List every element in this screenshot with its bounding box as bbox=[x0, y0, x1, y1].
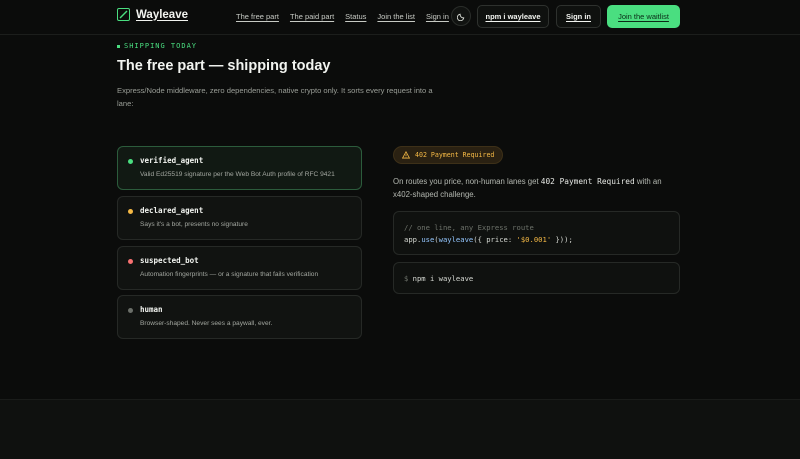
lane-description: Browser-shaped. Never sees a paywall, ev… bbox=[140, 320, 273, 327]
code-token-wayleave: wayleave bbox=[438, 235, 474, 244]
lane-name: human bbox=[140, 305, 163, 314]
code-comment: // one line, any Express route bbox=[404, 223, 534, 232]
payment-description: On routes you price, non-human lanes get… bbox=[393, 175, 683, 201]
lane-card-human[interactable]: human Browser-shaped. Never sees a paywa… bbox=[117, 295, 362, 339]
warning-icon bbox=[402, 151, 410, 159]
lane-card-suspected-bot[interactable]: suspected_bot Automation fingerprints — … bbox=[117, 246, 362, 290]
code-sample-block: // one line, any Express route app.use(w… bbox=[393, 211, 680, 255]
next-section-band bbox=[0, 399, 800, 459]
code-token-close: })); bbox=[551, 235, 573, 244]
section-eyebrow: SHIPPING TODAY bbox=[117, 42, 197, 50]
hero-description: Express/Node middleware, zero dependenci… bbox=[117, 86, 433, 108]
lane-card-declared-agent[interactable]: declared_agent Says it's a bot, presents… bbox=[117, 196, 362, 240]
lane-name: declared_agent bbox=[140, 206, 204, 215]
shell-prompt: $ bbox=[404, 274, 409, 283]
lane-description: Says it's a bot, presents no signature bbox=[140, 221, 248, 228]
join-waitlist-button[interactable]: Join the waitlist bbox=[607, 5, 680, 28]
nav-join-list[interactable]: Join the list bbox=[377, 12, 415, 21]
brand-link[interactable]: Wayleave bbox=[117, 8, 188, 21]
payment-text-before: On routes you price, non-human lanes get bbox=[393, 177, 541, 186]
nav-paid-part[interactable]: The paid part bbox=[290, 12, 334, 21]
badge-label: 402 Payment Required bbox=[415, 151, 495, 159]
payment-status-code: 402 Payment Required bbox=[540, 177, 635, 186]
sign-in-button[interactable]: Sign in bbox=[556, 5, 601, 28]
green-dot-icon bbox=[128, 159, 133, 164]
nav-status[interactable]: Status bbox=[345, 12, 366, 21]
eyebrow-square-icon bbox=[117, 44, 120, 48]
lane-name: suspected_bot bbox=[140, 256, 199, 265]
nav-sign-in[interactable]: Sign in bbox=[426, 12, 449, 21]
npm-install-button[interactable]: npm i wayleave bbox=[477, 5, 549, 28]
code-token-use: use bbox=[421, 235, 435, 244]
eyebrow-label: SHIPPING TODAY bbox=[124, 42, 198, 50]
install-command: npm i wayleave bbox=[412, 274, 474, 283]
code-line: app.use(wayleave({ price: '$0.001' })); bbox=[404, 234, 669, 246]
lane-description: Automation fingerprints — or a signature… bbox=[140, 271, 319, 278]
lane-name: verified_agent bbox=[140, 156, 204, 165]
code-token-price: '$0.001' bbox=[516, 235, 552, 244]
red-dot-icon bbox=[128, 259, 133, 264]
site-header: Wayleave The free part The paid part Sta… bbox=[0, 0, 800, 35]
lane-description: Valid Ed25519 signature per the Web Bot … bbox=[140, 171, 335, 178]
install-command-block[interactable]: $ npm i wayleave bbox=[393, 262, 680, 294]
nav-free-part[interactable]: The free part bbox=[236, 12, 279, 21]
theme-toggle-button[interactable] bbox=[451, 6, 471, 26]
lane-card-verified-agent[interactable]: verified_agent Valid Ed25519 signature p… bbox=[117, 146, 362, 190]
payment-required-badge: 402 Payment Required bbox=[393, 146, 504, 164]
logo-slash-icon bbox=[117, 8, 130, 21]
brand-name: Wayleave bbox=[136, 8, 188, 21]
page-title: The free part — shipping today bbox=[117, 58, 331, 74]
main-nav: The free part The paid part Status Join … bbox=[236, 12, 449, 21]
moon-icon bbox=[456, 13, 464, 21]
gray-dot-icon bbox=[128, 308, 133, 313]
code-token-app: app bbox=[404, 235, 417, 244]
code-token-args: ({ price: bbox=[473, 235, 517, 244]
amber-dot-icon bbox=[128, 209, 133, 214]
